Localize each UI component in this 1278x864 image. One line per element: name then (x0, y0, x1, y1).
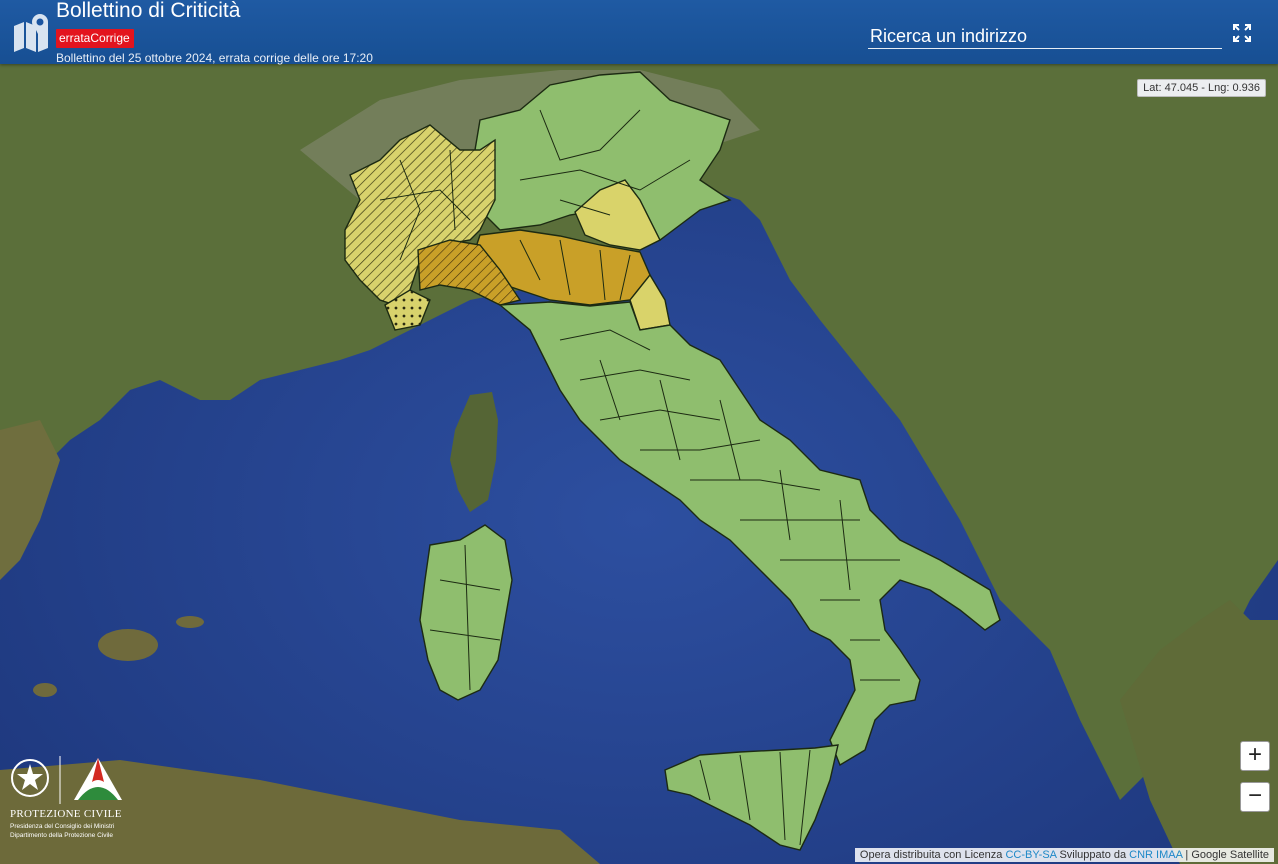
developer-link[interactable]: CNR IMAA (1129, 849, 1182, 861)
attribution-provider: | Google Satellite (1182, 849, 1269, 861)
errata-badge: errataCorrige (56, 29, 134, 48)
zoom-in-button[interactable]: + (1240, 741, 1270, 771)
license-link[interactable]: CC-BY-SA (1005, 849, 1056, 861)
logo-line-3: Dipartimento della Protezione Civile (10, 832, 113, 839)
fullscreen-icon[interactable] (1232, 23, 1252, 43)
map-attribution: Opera distribuita con Licenza CC-BY-SA S… (854, 848, 1274, 862)
map-pin-icon (14, 14, 48, 52)
island-ibiza (33, 683, 57, 697)
civil-protection-icon (74, 758, 122, 800)
zoom-out-button[interactable]: − (1240, 782, 1270, 812)
search-input[interactable] (868, 24, 1226, 48)
app-header: Bollettino di Criticità errataCorrige Bo… (0, 0, 1278, 65)
logo-line-2: Presidenza del Consiglio dei Ministri (10, 823, 115, 830)
coordinate-readout: Lat: 47.045 - Lng: 0.936 (1137, 79, 1266, 97)
address-search[interactable] (868, 24, 1226, 49)
civil-protection-logo: PROTEZIONE CIVILE Presidenza del Consigl… (8, 752, 133, 848)
satellite-map[interactable] (0, 0, 1278, 864)
island-mallorca (98, 629, 158, 661)
bulletin-subtitle: Bollettino del 25 ottobre 2024, errata c… (56, 51, 373, 65)
logo-title: PROTEZIONE CIVILE (10, 808, 122, 820)
attribution-prefix: Opera distribuita con Licenza (859, 849, 1006, 861)
island-minorca (176, 616, 204, 628)
attribution-developed: Sviluppato da (1056, 849, 1130, 861)
page-title: Bollettino di Criticità (56, 0, 241, 22)
